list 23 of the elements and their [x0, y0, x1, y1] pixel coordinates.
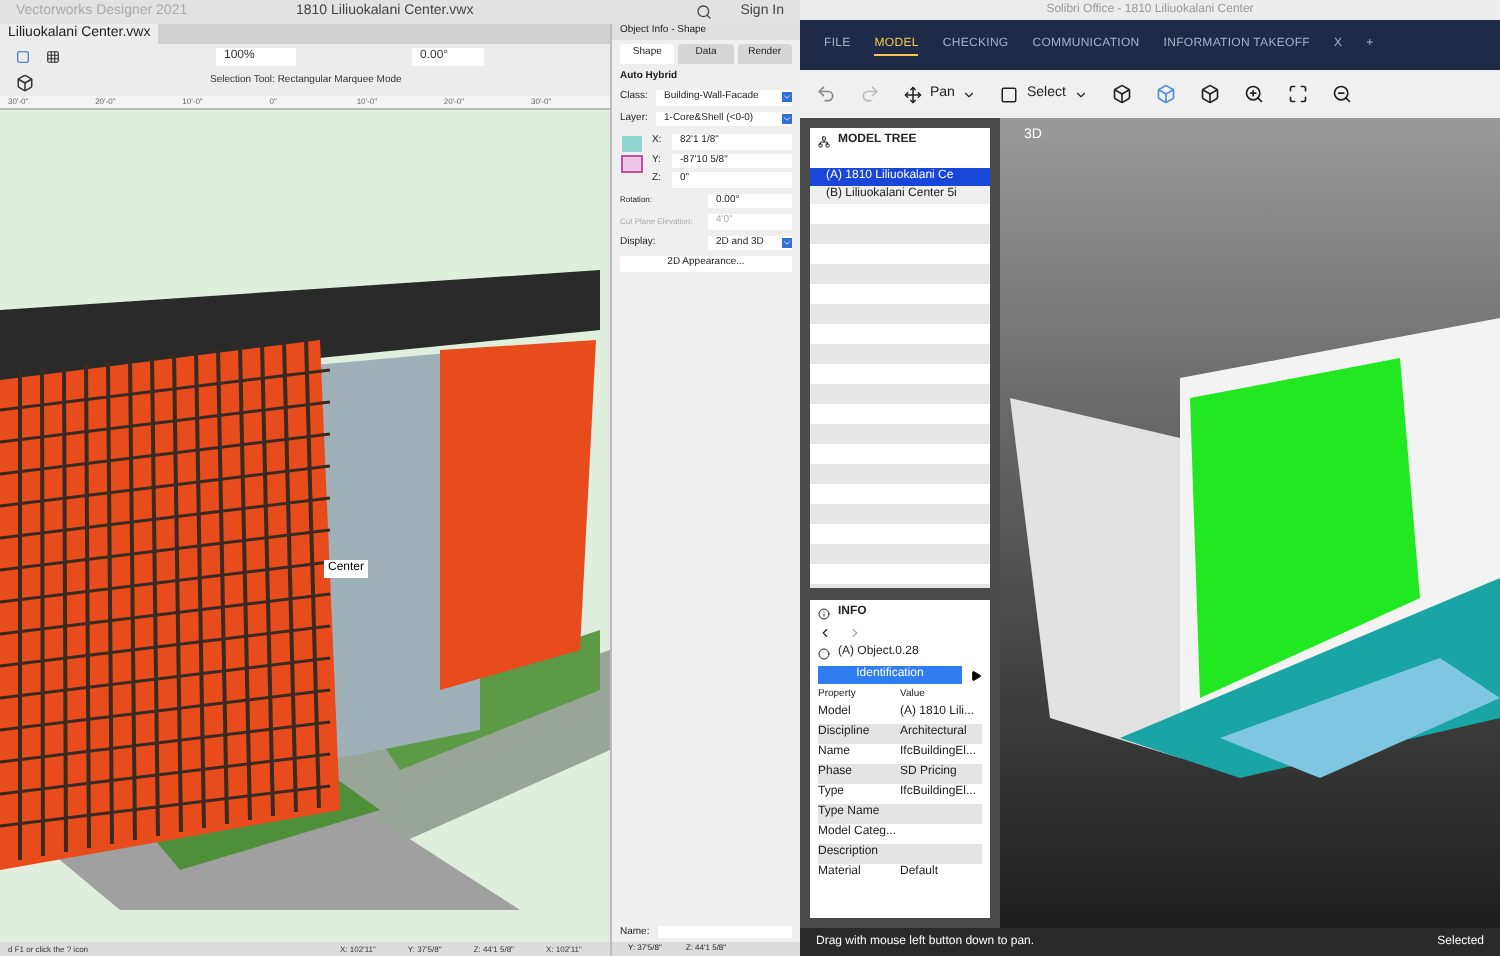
caret-icon: [1073, 87, 1088, 101]
caret-icon: [962, 87, 977, 101]
search-icon[interactable]: [696, 4, 713, 20]
mode-icon[interactable]: [16, 73, 34, 91]
position-icon: [620, 134, 644, 174]
undo-icon[interactable]: [816, 84, 836, 104]
back-icon[interactable]: [818, 626, 832, 640]
chevron-icon: [782, 237, 792, 248]
chevron-icon: [782, 92, 792, 103]
move-icon: [904, 85, 922, 103]
zoom-out-icon[interactable]: [1331, 84, 1352, 104]
square-icon: [1000, 85, 1019, 103]
grid-icon[interactable]: [46, 49, 60, 63]
play-icon[interactable]: [970, 669, 982, 681]
fit-icon[interactable]: [1287, 84, 1308, 104]
box-icon[interactable]: [1111, 84, 1132, 104]
radio-icon[interactable]: [818, 647, 830, 659]
box-icon[interactable]: [1199, 84, 1220, 104]
tool-icon[interactable]: [16, 49, 30, 63]
chevron-icon: [782, 113, 792, 124]
tree-icon: [818, 135, 830, 147]
zoom-in-icon[interactable]: [1243, 84, 1264, 104]
info-icon: [818, 607, 830, 619]
